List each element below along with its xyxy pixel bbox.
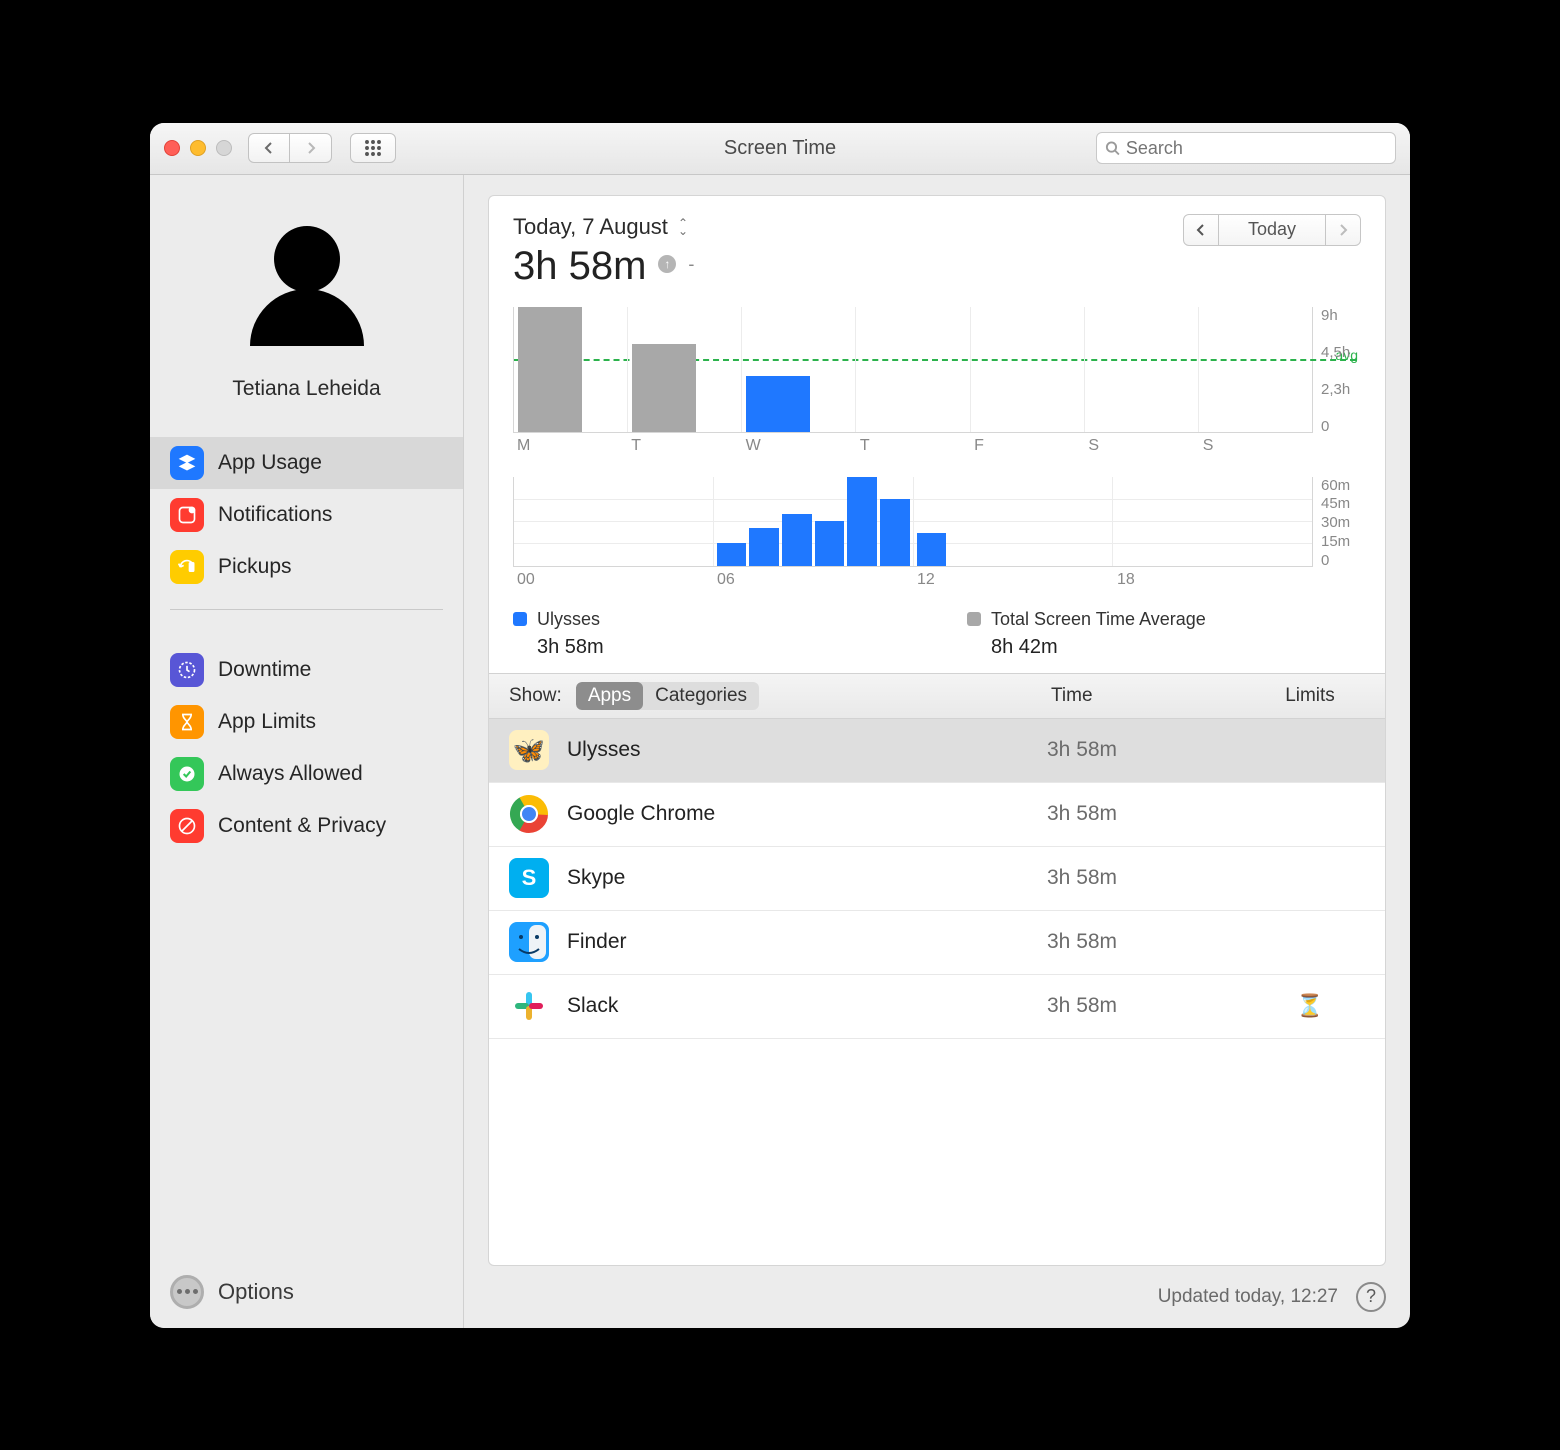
app-limit: ⏳ (1255, 993, 1365, 1019)
today-button[interactable]: Today (1219, 214, 1325, 246)
app-icon (509, 922, 549, 962)
app-time: 3h 58m (1047, 930, 1237, 954)
sidebar-item-label: Pickups (218, 555, 292, 579)
profile-name: Tetiana Leheida (232, 377, 380, 401)
chevron-down-icon: ⌄ (678, 227, 688, 235)
sidebar-item-label: Notifications (218, 503, 332, 527)
date-label: Today, 7 August (513, 214, 668, 240)
usage-panel: Today, 7 August ⌃ ⌄ 3h 58m ↑ - (488, 195, 1386, 1266)
weekly-chart: avg 9h4,5h2,3h0 MTWTFSS (513, 307, 1361, 455)
footer: Updated today, 12:27 ? (464, 1266, 1410, 1328)
app-name: Google Chrome (567, 802, 1029, 826)
sidebar-item-label: Downtime (218, 658, 311, 682)
sidebar-item-app-limits[interactable]: App Limits (150, 696, 463, 748)
seg-apps[interactable]: Apps (576, 682, 643, 710)
close-window-button[interactable] (164, 140, 180, 156)
legend-a-value: 3h 58m (537, 636, 907, 659)
table-row[interactable]: 🦋 Ulysses 3h 58m (489, 719, 1385, 783)
col-time: Time (1051, 685, 1241, 707)
table-body: 🦋 Ulysses 3h 58m Google Chrome 3h 58m S Skype 3… (489, 719, 1385, 1265)
search-icon (1105, 140, 1120, 156)
search-input[interactable] (1126, 138, 1387, 159)
col-limits: Limits (1255, 685, 1365, 707)
pickups-icon (170, 550, 204, 584)
sidebar-item-label: App Limits (218, 710, 316, 734)
svg-text:S: S (522, 865, 537, 890)
app-time: 3h 58m (1047, 994, 1237, 1018)
app-time: 3h 58m (1047, 738, 1237, 762)
sidebar-item-pickups[interactable]: Pickups (150, 541, 463, 593)
app-name: Skype (567, 866, 1029, 890)
app-name: Ulysses (567, 738, 1029, 762)
no-entry-icon (170, 809, 204, 843)
forward-button[interactable] (290, 133, 332, 163)
minimize-window-button[interactable] (190, 140, 206, 156)
check-seal-icon (170, 757, 204, 791)
app-name: Slack (567, 994, 1029, 1018)
legend-b-name: Total Screen Time Average (991, 609, 1206, 630)
app-time: 3h 58m (1047, 866, 1237, 890)
profile: Tetiana Leheida (150, 175, 463, 419)
table-row[interactable]: Finder 3h 58m (489, 911, 1385, 975)
app-icon (509, 986, 549, 1026)
total-time: 3h 58m (513, 244, 646, 289)
delta-badge-icon: ↑ (658, 255, 676, 273)
show-label: Show: (509, 685, 562, 707)
sidebar-group-settings: Downtime App Limits Always Allowed (150, 644, 463, 852)
show-segmented[interactable]: Apps Categories (576, 682, 759, 710)
notification-icon (170, 498, 204, 532)
sidebar-item-label: App Usage (218, 451, 322, 475)
options-label: Options (218, 1279, 294, 1305)
swatch-icon (967, 612, 981, 626)
sidebar: Tetiana Leheida App Usage Notifications (150, 175, 464, 1328)
traffic-lights (164, 140, 232, 156)
app-icon: 🦋 (509, 730, 549, 770)
ellipsis-icon (170, 1275, 204, 1309)
app-icon (509, 794, 549, 834)
legend-b-value: 8h 42m (991, 636, 1361, 659)
next-period-button[interactable] (1325, 214, 1361, 246)
sidebar-item-label: Content & Privacy (218, 814, 386, 838)
window: Screen Time Tetiana Leheida App Usa (150, 123, 1410, 1328)
sidebar-item-always-allowed[interactable]: Always Allowed (150, 748, 463, 800)
delta-value: - (688, 254, 694, 275)
table-row[interactable]: Slack 3h 58m ⏳ (489, 975, 1385, 1039)
app-time: 3h 58m (1047, 802, 1237, 826)
prev-period-button[interactable] (1183, 214, 1219, 246)
divider (170, 609, 443, 610)
sidebar-item-label: Always Allowed (218, 762, 363, 786)
app-name: Finder (567, 930, 1029, 954)
help-button[interactable]: ? (1356, 1282, 1386, 1312)
legend: Ulysses 3h 58m Total Screen Time Average… (489, 597, 1385, 673)
zoom-window-button[interactable] (216, 140, 232, 156)
sidebar-options[interactable]: Options (150, 1256, 463, 1328)
stack-icon (170, 446, 204, 480)
date-stepper[interactable]: ⌃ ⌄ (678, 219, 688, 235)
table-header: Show: Apps Categories Time Limits (489, 673, 1385, 719)
app-icon: S (509, 858, 549, 898)
clock-icon (170, 653, 204, 687)
legend-a-name: Ulysses (537, 609, 600, 630)
sidebar-item-content-privacy[interactable]: Content & Privacy (150, 800, 463, 852)
all-prefs-grid-button[interactable] (350, 133, 396, 163)
sidebar-group-usage: App Usage Notifications Pickups (150, 437, 463, 593)
hourglass-icon (170, 705, 204, 739)
back-button[interactable] (248, 133, 290, 163)
updated-label: Updated today, 12:27 (1158, 1286, 1338, 1308)
sidebar-item-app-usage[interactable]: App Usage (150, 437, 463, 489)
sidebar-item-downtime[interactable]: Downtime (150, 644, 463, 696)
avatar-icon (232, 211, 382, 361)
sidebar-item-notifications[interactable]: Notifications (150, 489, 463, 541)
hourly-chart: 60m45m30m15m0 00061218 (513, 477, 1361, 589)
seg-categories[interactable]: Categories (643, 682, 759, 710)
swatch-icon (513, 612, 527, 626)
period-control: Today (1183, 214, 1361, 246)
main: Today, 7 August ⌃ ⌄ 3h 58m ↑ - (464, 175, 1410, 1328)
table-row[interactable]: Google Chrome 3h 58m (489, 783, 1385, 847)
titlebar: Screen Time (150, 123, 1410, 175)
nav-back-forward (248, 133, 332, 163)
table-row[interactable]: S Skype 3h 58m (489, 847, 1385, 911)
search-field[interactable] (1096, 132, 1396, 164)
